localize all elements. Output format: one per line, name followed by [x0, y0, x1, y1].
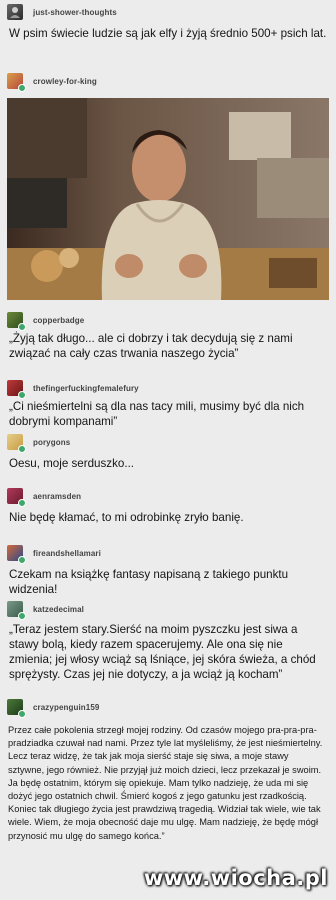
username[interactable]: aenramsden: [33, 492, 81, 501]
avatar[interactable]: [7, 4, 23, 20]
post-3: copperbadge „Żyją tak długo... ale ci do…: [0, 309, 336, 371]
post-7: fireandshellamari Czekam na książkę fant…: [0, 542, 336, 600]
follow-badge-icon: [18, 84, 26, 92]
username[interactable]: crowley-for-king: [33, 77, 97, 86]
username[interactable]: katzedecimal: [33, 605, 84, 614]
avatar[interactable]: [7, 312, 26, 331]
post-text: Nie będę kłamać, to mi odrobinkę zryło b…: [9, 511, 244, 524]
username[interactable]: crazypenguin159: [33, 703, 99, 712]
follow-badge-icon: [18, 499, 26, 507]
post-8: katzedecimal „Teraz jestem stary.Sierść …: [0, 598, 336, 690]
follow-badge-icon: [18, 445, 26, 453]
post-text: „Ci nieśmiertelni są dla nas tacy mili, …: [9, 400, 305, 428]
username[interactable]: copperbadge: [33, 316, 84, 325]
avatar[interactable]: [7, 73, 26, 92]
username[interactable]: fireandshellamari: [33, 549, 101, 558]
post-text: Przez całe pokolenia strzegł mojej rodzi…: [8, 725, 323, 841]
site-watermark: www.wiocha.pl: [143, 866, 328, 890]
post-text: „Teraz jestem stary.Sierść na moim pyszc…: [9, 623, 316, 681]
post-text: W psim świecie ludzie są jak elfy i żyją…: [9, 27, 327, 40]
avatar[interactable]: [7, 545, 26, 564]
username[interactable]: thefingerfuckingfemalefury: [33, 384, 139, 393]
post-5: porygons Oesu, moje serduszko...: [0, 432, 336, 472]
post-text: Czekam na książkę fantasy napisaną z tak…: [9, 568, 289, 596]
follow-badge-icon: [18, 556, 26, 564]
avatar[interactable]: [7, 434, 26, 453]
post-text: „Żyją tak długo... ale ci dobrzy i tak d…: [9, 332, 293, 360]
shower-icon: [10, 7, 20, 18]
follow-badge-icon: [18, 612, 26, 620]
avatar[interactable]: [7, 380, 26, 399]
post-text: Oesu, moje serduszko...: [9, 457, 135, 470]
avatar[interactable]: [7, 488, 26, 507]
username[interactable]: porygons: [33, 438, 70, 447]
username[interactable]: just-shower-thoughts: [33, 8, 117, 17]
post-1: just-shower-thoughts W psim świecie ludz…: [0, 0, 336, 52]
post-4: thefingerfuckingfemalefury „Ci nieśmiert…: [0, 377, 336, 433]
follow-badge-icon: [18, 323, 26, 331]
avatar[interactable]: [7, 699, 26, 718]
post-image: [7, 98, 329, 300]
follow-badge-icon: [18, 391, 26, 399]
post-6: aenramsden Nie będę kłamać, to mi odrobi…: [0, 485, 336, 527]
avatar[interactable]: [7, 601, 26, 620]
follow-badge-icon: [18, 710, 26, 718]
